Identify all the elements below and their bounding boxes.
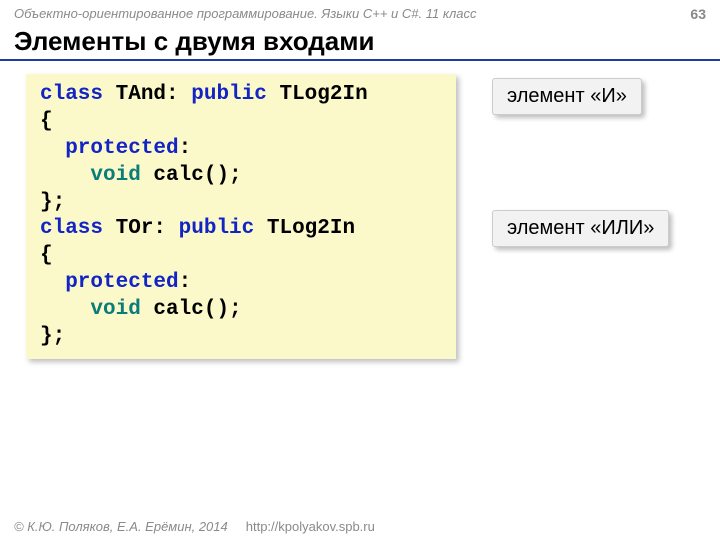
footer-url: http://kpolyakov.spb.ru bbox=[246, 519, 375, 534]
code-text: TAnd: bbox=[103, 83, 191, 106]
slide-title: Элементы с двумя входами bbox=[0, 22, 720, 61]
page-number: 63 bbox=[690, 6, 706, 22]
code-text: calc(); bbox=[141, 164, 242, 187]
callout-and: элемент «И» bbox=[492, 78, 642, 115]
code-text: TLog2In bbox=[267, 83, 368, 106]
callout-or: элемент «ИЛИ» bbox=[492, 210, 669, 247]
keyword-void: void bbox=[40, 298, 141, 321]
code-text: TOr: bbox=[103, 217, 179, 240]
code-text: }; bbox=[40, 191, 65, 214]
keyword-class: class bbox=[40, 83, 103, 106]
header-bar: Объектно-ориентированное программировани… bbox=[0, 0, 720, 22]
keyword-protected: protected bbox=[40, 137, 179, 160]
code-text: : bbox=[179, 271, 192, 294]
code-text: TLog2In bbox=[254, 217, 355, 240]
copyright: © К.Ю. Поляков, Е.А. Ерёмин, 2014 bbox=[14, 519, 228, 534]
code-text: }; bbox=[40, 325, 65, 348]
keyword-public: public bbox=[179, 217, 255, 240]
code-text: { bbox=[40, 110, 53, 133]
keyword-public: public bbox=[191, 83, 267, 106]
code-text: calc(); bbox=[141, 298, 242, 321]
footer: © К.Ю. Поляков, Е.А. Ерёмин, 2014 http:/… bbox=[0, 513, 720, 540]
code-block: class TAnd: public TLog2In { protected: … bbox=[26, 74, 456, 359]
keyword-protected: protected bbox=[40, 271, 179, 294]
code-text: : bbox=[179, 137, 192, 160]
keyword-void: void bbox=[40, 164, 141, 187]
code-text: { bbox=[40, 244, 53, 267]
course-label: Объектно-ориентированное программировани… bbox=[14, 6, 477, 22]
keyword-class: class bbox=[40, 217, 103, 240]
